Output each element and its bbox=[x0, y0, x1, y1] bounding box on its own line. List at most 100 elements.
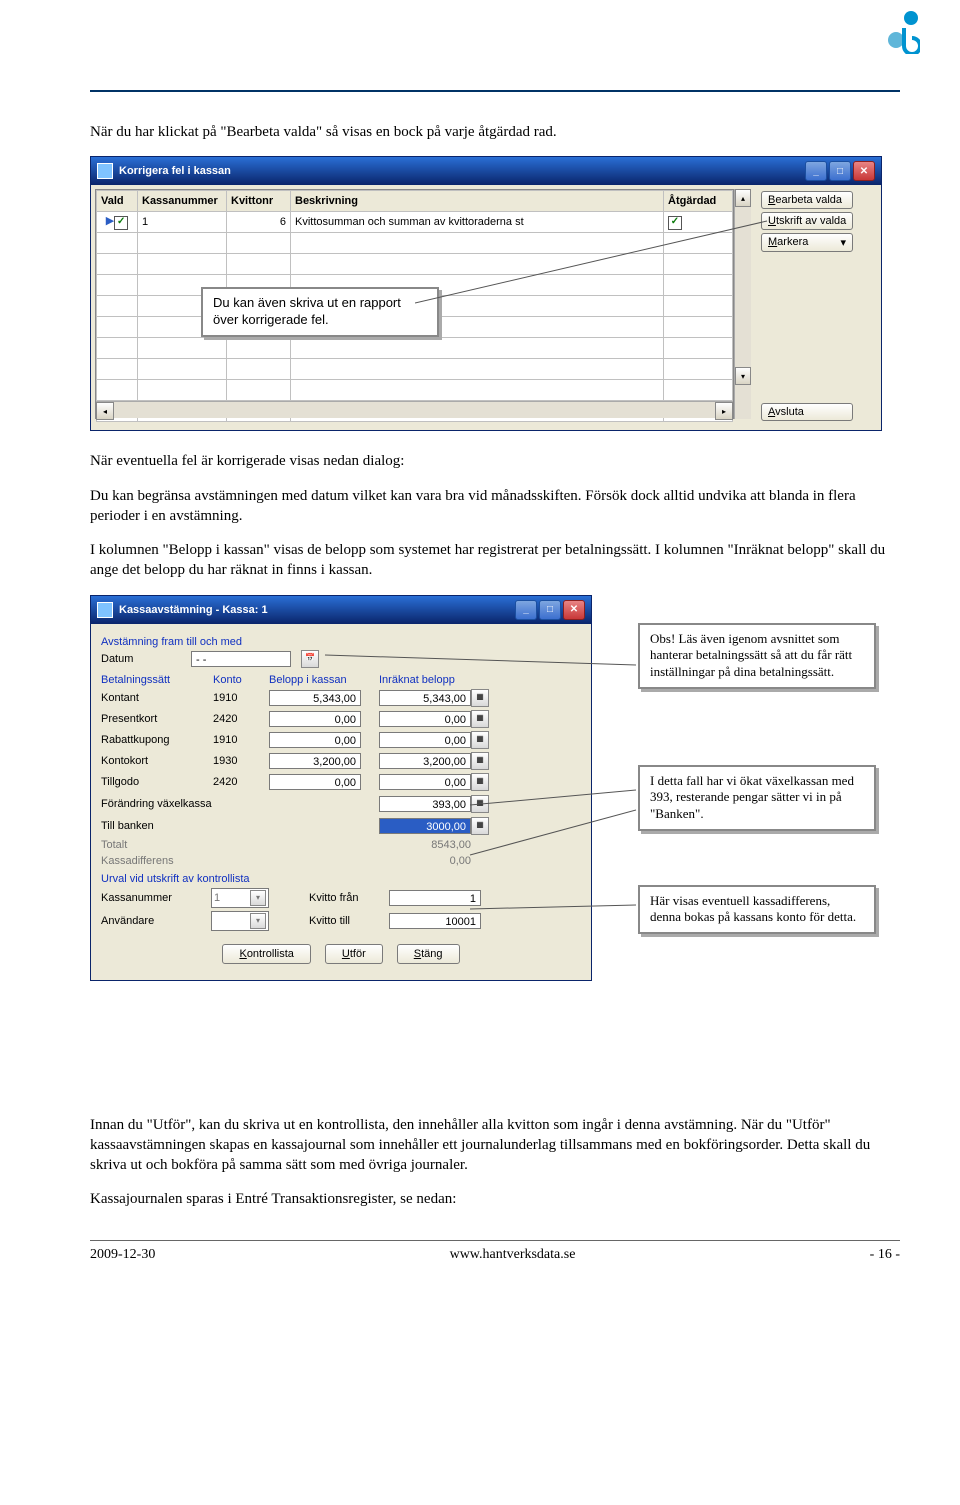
calculator-icon[interactable]: ▦ bbox=[471, 689, 489, 707]
payment-name: Presentkort bbox=[101, 713, 213, 725]
payment-row: Presentkort24200,000,00▦ bbox=[101, 710, 581, 728]
anvandare-dropdown[interactable]: ▾ bbox=[211, 911, 269, 931]
payment-row: Rabattkupong19100,000,00▦ bbox=[101, 731, 581, 749]
body-paragraph-5: Innan du "Utför", kan du skriva ut en ko… bbox=[90, 1115, 900, 1176]
scroll-down-button[interactable]: ▾ bbox=[735, 367, 751, 385]
payment-konto: 2420 bbox=[213, 713, 269, 725]
calendar-icon[interactable]: 📅 bbox=[301, 650, 319, 668]
utfor-button[interactable]: Utför bbox=[325, 944, 383, 964]
belopp-i-kassan-input[interactable]: 0,00 bbox=[269, 711, 361, 727]
calculator-icon[interactable]: ▦ bbox=[471, 710, 489, 728]
inraknat-belopp-input[interactable]: 0,00 bbox=[379, 711, 471, 727]
datum-label: Datum bbox=[101, 653, 181, 665]
datum-input[interactable]: - - bbox=[191, 651, 291, 667]
col-vald[interactable]: Vald bbox=[97, 191, 138, 212]
payment-name: Kontant bbox=[101, 692, 213, 704]
maximize-button[interactable]: □ bbox=[829, 161, 851, 181]
kvittotill-input[interactable]: 10001 bbox=[389, 913, 481, 929]
col-konto: Konto bbox=[213, 674, 269, 686]
titlebar[interactable]: Kassaavstämning - Kassa: 1 _ □ ✕ bbox=[91, 596, 591, 624]
chevron-down-icon: ▾ bbox=[250, 913, 266, 929]
check-icon[interactable]: ✓ bbox=[114, 216, 128, 230]
callout-vaxelkassa: I detta fall har vi ökat växelkassan med… bbox=[638, 765, 876, 832]
col-atgardad[interactable]: Åtgärdad bbox=[664, 191, 733, 212]
chevron-down-icon: ▾ bbox=[250, 890, 266, 906]
minimize-button[interactable]: _ bbox=[515, 600, 537, 620]
korrigera-fel-window: Korrigera fel i kassan _ □ ✕ Vald Kassan… bbox=[90, 156, 882, 431]
anvandare-label: Användare bbox=[101, 915, 211, 927]
markera-button[interactable]: Markera▾ bbox=[761, 233, 853, 252]
calculator-icon[interactable]: ▦ bbox=[471, 773, 489, 791]
app-icon bbox=[97, 163, 113, 179]
payment-name: Rabattkupong bbox=[101, 734, 213, 746]
check-icon[interactable]: ✓ bbox=[668, 216, 682, 230]
close-button[interactable]: ✕ bbox=[563, 600, 585, 620]
avsluta-button[interactable]: Avsluta bbox=[761, 403, 853, 421]
inraknat-belopp-input[interactable]: 0,00 bbox=[379, 732, 471, 748]
col-belopp: Belopp i kassan bbox=[269, 674, 379, 686]
belopp-i-kassan-input[interactable]: 3,200,00 bbox=[269, 753, 361, 769]
kvittofran-label: Kvitto från bbox=[309, 892, 389, 904]
close-button[interactable]: ✕ bbox=[853, 161, 875, 181]
scroll-up-button[interactable]: ▴ bbox=[735, 189, 751, 207]
callout-kassadifferens: Här visas eventuell kassadifferens, denn… bbox=[638, 885, 876, 935]
col-inraknat: Inräknat belopp bbox=[379, 674, 519, 686]
col-kvittonr[interactable]: Kvittonr bbox=[227, 191, 291, 212]
col-betalningssatt: Betalningssätt bbox=[101, 674, 213, 686]
window-title: Korrigera fel i kassan bbox=[119, 165, 231, 177]
forandring-label: Förändring växelkassa bbox=[101, 798, 379, 810]
tillbanken-label: Till banken bbox=[101, 820, 379, 832]
payment-row: Kontant19105,343,005,343,00▦ bbox=[101, 689, 581, 707]
kassadifferens-label: Kassadifferens bbox=[101, 855, 379, 867]
kassaavstamning-window: Kassaavstämning - Kassa: 1 _ □ ✕ Avstämn… bbox=[90, 595, 592, 981]
inraknat-belopp-input[interactable]: 3,200,00 bbox=[379, 753, 471, 769]
calculator-icon[interactable]: ▦ bbox=[471, 795, 489, 813]
inraknat-belopp-input[interactable]: 0,00 bbox=[379, 774, 471, 790]
vertical-scrollbar[interactable]: ▴ ▾ bbox=[734, 189, 751, 419]
brand-logo bbox=[886, 10, 920, 62]
kvittofran-input[interactable]: 1 bbox=[389, 890, 481, 906]
totalt-value: 8543,00 bbox=[379, 839, 471, 851]
stang-button[interactable]: Stäng bbox=[397, 944, 460, 964]
payment-konto: 1930 bbox=[213, 755, 269, 767]
forandring-input[interactable]: 393,00 bbox=[379, 796, 471, 812]
utskrift-av-valda-button[interactable]: Utskrift av valda bbox=[761, 212, 853, 230]
kassanummer-dropdown[interactable]: 1▾ bbox=[211, 888, 269, 908]
belopp-i-kassan-input[interactable]: 5,343,00 bbox=[269, 690, 361, 706]
scroll-left-button[interactable]: ◂ bbox=[96, 402, 114, 420]
body-paragraph-6: Kassajournalen sparas i Entré Transaktio… bbox=[90, 1189, 900, 1209]
body-paragraph-1: När du har klickat på "Bearbeta valda" s… bbox=[90, 122, 900, 142]
payment-name: Kontokort bbox=[101, 755, 213, 767]
window-title: Kassaavstämning - Kassa: 1 bbox=[119, 604, 268, 616]
inraknat-belopp-input[interactable]: 5,343,00 bbox=[379, 690, 471, 706]
col-kassanummer[interactable]: Kassanummer bbox=[138, 191, 227, 212]
header-rule bbox=[90, 90, 900, 92]
tillbanken-input[interactable]: 3000,00 bbox=[379, 818, 471, 834]
payment-row: Tillgodo24200,000,00▦ bbox=[101, 773, 581, 791]
payment-konto: 1910 bbox=[213, 734, 269, 746]
maximize-button[interactable]: □ bbox=[539, 600, 561, 620]
titlebar[interactable]: Korrigera fel i kassan _ □ ✕ bbox=[91, 157, 881, 185]
table-row[interactable]: ▶✓ 1 6 Kvittosumman och summan av kvitto… bbox=[97, 212, 733, 233]
minimize-button[interactable]: _ bbox=[805, 161, 827, 181]
body-paragraph-4: I kolumnen "Belopp i kassan" visas de be… bbox=[90, 540, 900, 581]
footer-url: www.hantverksdata.se bbox=[450, 1247, 576, 1263]
scroll-right-button[interactable]: ▸ bbox=[715, 402, 733, 420]
col-beskrivning[interactable]: Beskrivning bbox=[291, 191, 664, 212]
callout-utskrift: Du kan även skriva ut en rapport över ko… bbox=[201, 287, 439, 337]
payment-name: Tillgodo bbox=[101, 776, 213, 788]
calculator-icon[interactable]: ▦ bbox=[471, 752, 489, 770]
page-footer: 2009-12-30 www.hantverksdata.se - 16 - bbox=[90, 1240, 900, 1263]
section-header-avstamning: Avstämning fram till och med bbox=[101, 636, 581, 648]
belopp-i-kassan-input[interactable]: 0,00 bbox=[269, 774, 361, 790]
payment-row: Kontokort19303,200,003,200,00▦ bbox=[101, 752, 581, 770]
bearbeta-valda-button[interactable]: Bearbeta valda bbox=[761, 191, 853, 209]
section-header-urval: Urval vid utskrift av kontrollista bbox=[101, 873, 581, 885]
totalt-label: Totalt bbox=[101, 839, 379, 851]
body-paragraph-2: När eventuella fel är korrigerade visas … bbox=[90, 451, 900, 471]
kontrollista-button[interactable]: Kontrollista bbox=[222, 944, 310, 964]
belopp-i-kassan-input[interactable]: 0,00 bbox=[269, 732, 361, 748]
calculator-icon[interactable]: ▦ bbox=[471, 817, 489, 835]
kassanummer-label: Kassanummer bbox=[101, 892, 211, 904]
calculator-icon[interactable]: ▦ bbox=[471, 731, 489, 749]
